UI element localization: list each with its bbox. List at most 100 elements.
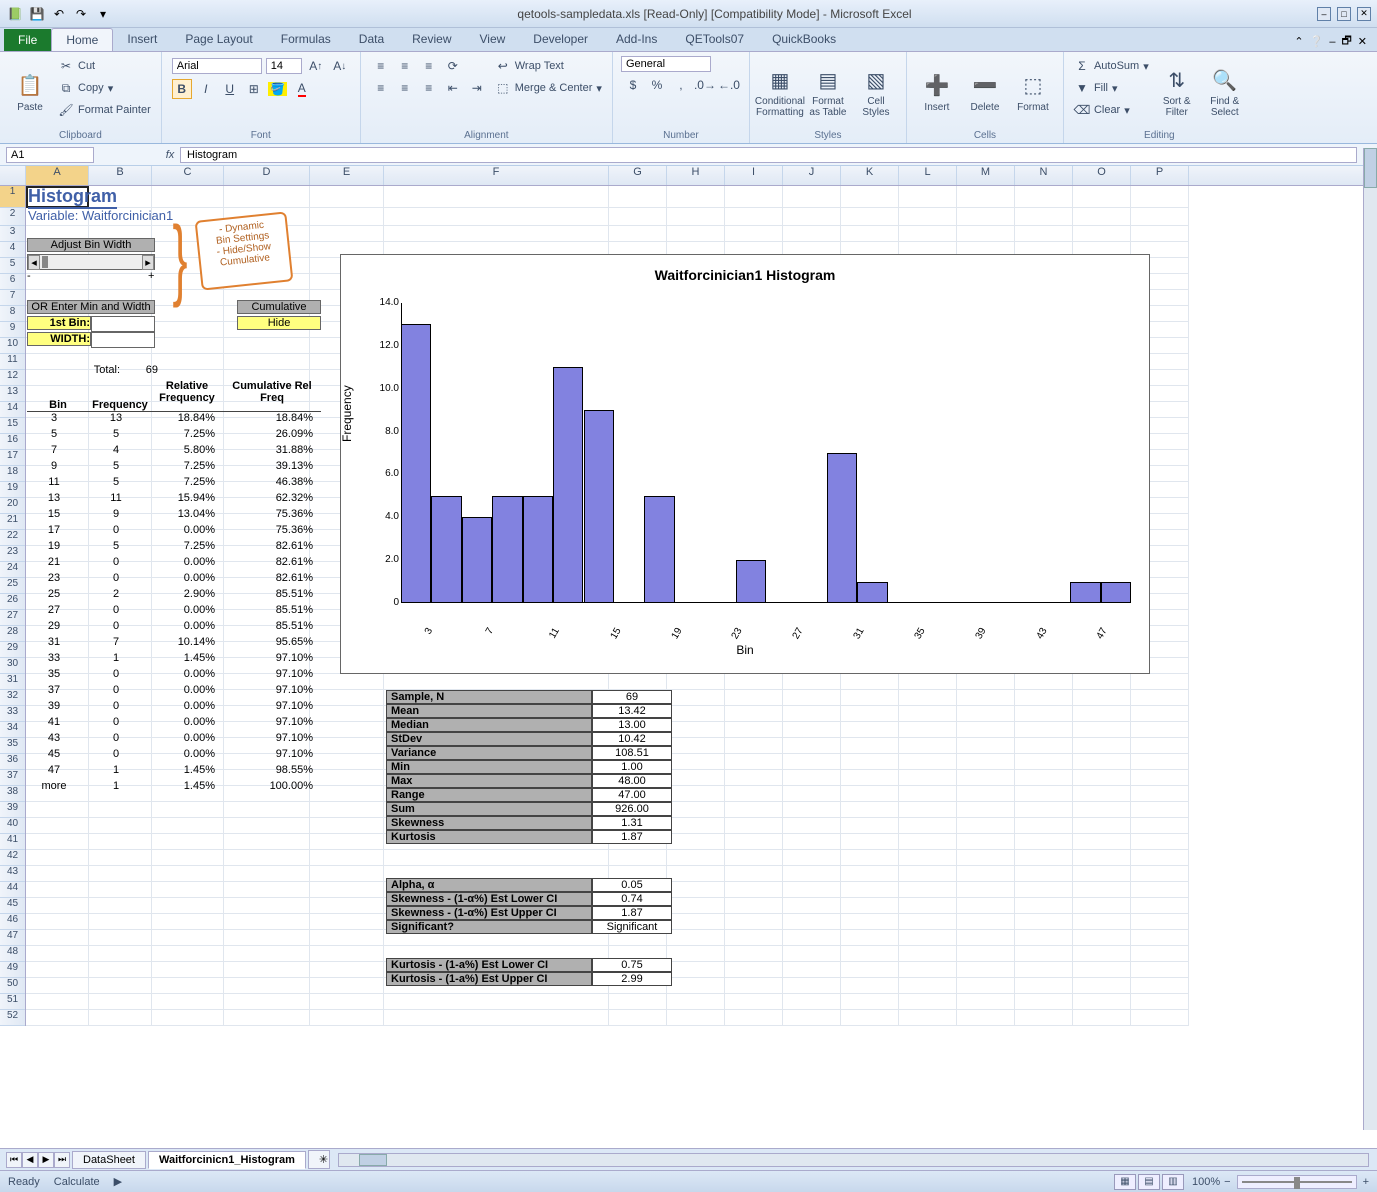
col-header-I[interactable]: I xyxy=(725,166,783,185)
ribbon-tab-home[interactable]: Home xyxy=(51,28,113,51)
grow-font-icon[interactable]: A↑ xyxy=(306,56,326,76)
row-header-35[interactable]: 35 xyxy=(0,738,25,754)
autosum-button[interactable]: ΣAutoSum ▾ xyxy=(1072,56,1151,76)
row-header-12[interactable]: 12 xyxy=(0,370,25,386)
row-header-32[interactable]: 32 xyxy=(0,690,25,706)
col-header-B[interactable]: B xyxy=(89,166,152,185)
col-header-A[interactable]: A xyxy=(26,166,89,185)
zoom-percent[interactable]: 100% xyxy=(1192,1176,1220,1188)
row-header-49[interactable]: 49 xyxy=(0,962,25,978)
row-header-3[interactable]: 3 xyxy=(0,226,25,242)
formula-input[interactable] xyxy=(180,147,1357,163)
ribbon-tab-qetools07[interactable]: QETools07 xyxy=(671,28,758,51)
excel-icon[interactable]: 📗 xyxy=(6,5,24,23)
col-header-K[interactable]: K xyxy=(841,166,899,185)
align-top-icon[interactable]: ≡ xyxy=(371,56,391,76)
row-header-31[interactable]: 31 xyxy=(0,674,25,690)
ribbon-tab-quickbooks[interactable]: QuickBooks xyxy=(758,28,850,51)
row-header-15[interactable]: 15 xyxy=(0,418,25,434)
row-header-48[interactable]: 48 xyxy=(0,946,25,962)
row-header-5[interactable]: 5 xyxy=(0,258,25,274)
vertical-scrollbar[interactable] xyxy=(1363,148,1377,1130)
sheet-area[interactable]: ABCDEFGHIJKLMNOP 12345678910111213141516… xyxy=(0,166,1377,1148)
align-middle-icon[interactable]: ≡ xyxy=(395,56,415,76)
row-header-52[interactable]: 52 xyxy=(0,1010,25,1026)
row-header-18[interactable]: 18 xyxy=(0,466,25,482)
file-tab[interactable]: File xyxy=(4,29,51,51)
ribbon-tab-review[interactable]: Review xyxy=(398,28,465,51)
row-header-50[interactable]: 50 xyxy=(0,978,25,994)
minimize-ribbon-icon[interactable]: ⌃ xyxy=(1294,35,1303,48)
ribbon-tab-page-layout[interactable]: Page Layout xyxy=(171,28,266,51)
number-format-combo[interactable] xyxy=(621,56,711,72)
italic-button[interactable]: I xyxy=(196,79,216,99)
conditional-formatting-button[interactable]: ▦Conditional Formatting xyxy=(758,56,802,128)
merge-center-button[interactable]: ⬚Merge & Center ▾ xyxy=(493,78,604,98)
format-painter-button[interactable]: 🖌Format Painter xyxy=(56,100,153,120)
col-header-L[interactable]: L xyxy=(899,166,957,185)
row-header-22[interactable]: 22 xyxy=(0,530,25,546)
col-header-P[interactable]: P xyxy=(1131,166,1189,185)
row-header-29[interactable]: 29 xyxy=(0,642,25,658)
ribbon-tab-formulas[interactable]: Formulas xyxy=(267,28,345,51)
orientation-icon[interactable]: ⟳ xyxy=(443,56,463,76)
app-close-icon[interactable]: ✕ xyxy=(1358,35,1367,48)
row-header-46[interactable]: 46 xyxy=(0,914,25,930)
row-header-44[interactable]: 44 xyxy=(0,882,25,898)
zoom-slider[interactable] xyxy=(1237,1175,1357,1189)
col-header-O[interactable]: O xyxy=(1073,166,1131,185)
row-header-24[interactable]: 24 xyxy=(0,562,25,578)
align-right-icon[interactable]: ≡ xyxy=(419,78,439,98)
bin-slider[interactable]: ◂ ▸ xyxy=(27,254,155,270)
row-header-16[interactable]: 16 xyxy=(0,434,25,450)
col-header-M[interactable]: M xyxy=(957,166,1015,185)
font-color-button[interactable]: A xyxy=(292,79,312,99)
row-header-4[interactable]: 4 xyxy=(0,242,25,258)
fill-button[interactable]: ▼Fill ▾ xyxy=(1072,78,1151,98)
format-cells-button[interactable]: ⬚Format xyxy=(1011,56,1055,128)
cut-button[interactable]: ✂Cut xyxy=(56,56,153,76)
ribbon-tab-insert[interactable]: Insert xyxy=(113,28,171,51)
save-icon[interactable]: 💾 xyxy=(28,5,46,23)
borders-button[interactable]: ⊞ xyxy=(244,79,264,99)
page-layout-view-icon[interactable]: ▤ xyxy=(1138,1174,1160,1190)
row-header-45[interactable]: 45 xyxy=(0,898,25,914)
row-header-13[interactable]: 13 xyxy=(0,386,25,402)
fill-color-button[interactable]: 🪣 xyxy=(268,79,288,99)
decrease-decimal-icon[interactable]: ←.0 xyxy=(719,75,739,95)
col-header-F[interactable]: F xyxy=(384,166,609,185)
row-header-36[interactable]: 36 xyxy=(0,754,25,770)
clear-button[interactable]: ⌫Clear ▾ xyxy=(1072,100,1151,120)
percent-icon[interactable]: % xyxy=(647,75,667,95)
align-bottom-icon[interactable]: ≡ xyxy=(419,56,439,76)
row-header-19[interactable]: 19 xyxy=(0,482,25,498)
hide-button[interactable]: Hide xyxy=(237,316,321,330)
normal-view-icon[interactable]: ▦ xyxy=(1114,1174,1136,1190)
row-header-11[interactable]: 11 xyxy=(0,354,25,370)
width-input[interactable] xyxy=(91,332,155,348)
ribbon-tab-developer[interactable]: Developer xyxy=(519,28,602,51)
page-break-view-icon[interactable]: ▥ xyxy=(1162,1174,1184,1190)
paste-button[interactable]: 📋 Paste xyxy=(8,56,52,128)
sort-filter-button[interactable]: ⇅Sort & Filter xyxy=(1155,56,1199,128)
app-restore-icon[interactable]: 🗗 xyxy=(1341,32,1351,51)
increase-decimal-icon[interactable]: .0→ xyxy=(695,75,715,95)
bold-button[interactable]: B xyxy=(172,79,192,99)
minimize-icon[interactable]: – xyxy=(1317,7,1331,21)
row-header-40[interactable]: 40 xyxy=(0,818,25,834)
row-header-37[interactable]: 37 xyxy=(0,770,25,786)
name-box[interactable] xyxy=(6,147,94,163)
vscroll-thumb[interactable] xyxy=(1364,148,1377,188)
increase-indent-icon[interactable]: ⇥ xyxy=(467,78,487,98)
row-header-10[interactable]: 10 xyxy=(0,338,25,354)
row-headers[interactable]: 1234567891011121314151617181920212223242… xyxy=(0,186,26,1026)
format-as-table-button[interactable]: ▤Format as Table xyxy=(806,56,850,128)
currency-icon[interactable]: $ xyxy=(623,75,643,95)
row-header-6[interactable]: 6 xyxy=(0,274,25,290)
close-icon[interactable]: ✕ xyxy=(1357,7,1371,21)
column-headers[interactable]: ABCDEFGHIJKLMNOP xyxy=(0,166,1363,186)
select-all-corner[interactable] xyxy=(0,166,26,185)
slider-right-icon[interactable]: ▸ xyxy=(142,255,154,270)
shrink-font-icon[interactable]: A↓ xyxy=(330,56,350,76)
underline-button[interactable]: U xyxy=(220,79,240,99)
